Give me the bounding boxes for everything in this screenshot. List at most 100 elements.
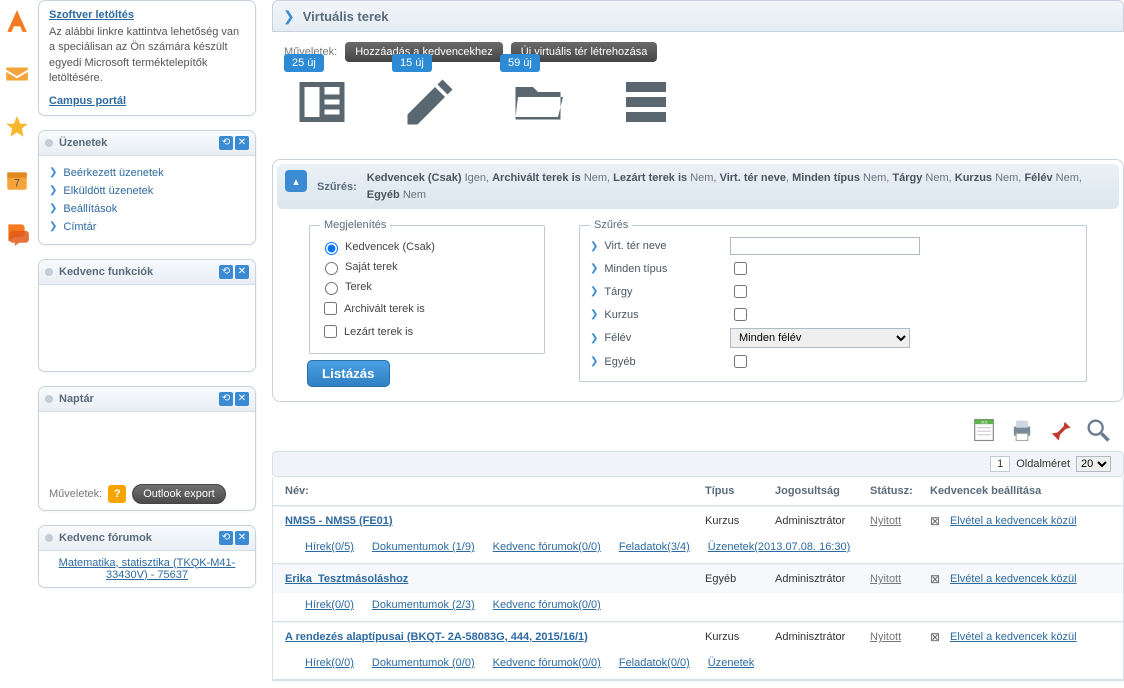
archive-icon[interactable] [616, 72, 676, 135]
sub-link[interactable]: Hírek(0/0) [305, 657, 354, 669]
search-icon[interactable] [1084, 416, 1112, 447]
col-status[interactable]: Státusz: [870, 485, 930, 497]
download-title-link[interactable]: Szoftver letöltés [49, 9, 134, 21]
chat-icon[interactable] [4, 220, 30, 249]
remove-from-favs-link[interactable]: Elvétel a kedvencek közül [950, 573, 1077, 585]
sub-link[interactable]: Kedvenc fórumok(0/0) [493, 541, 601, 553]
check-label: Archivált terek is [344, 303, 425, 315]
sub-link[interactable]: Hírek(0/5) [305, 541, 354, 553]
filter-field-label: Virt. tér neve [604, 240, 666, 252]
table-sub-row: Hírek(0/0) Dokumentumok (2/3) Kedvenc fóru… [273, 593, 1123, 622]
sidebar-link[interactable]: Beállítások [63, 203, 117, 215]
download-text: Az alábbi linkre kattintva lehetőség van… [49, 25, 245, 87]
sub-link[interactable]: Feladatok(3/4) [619, 541, 690, 553]
filter-summary: Kedvencek (Csak) Igen, Archivált terek i… [367, 170, 1111, 203]
sub-link[interactable]: Üzenetek [708, 657, 754, 669]
close-icon[interactable]: ✕ [235, 531, 249, 545]
display-radio[interactable] [325, 262, 338, 275]
row-status-link[interactable]: Nyitott [870, 515, 901, 527]
page-number[interactable]: 1 [990, 456, 1010, 472]
col-role[interactable]: Jogosultság [775, 485, 870, 497]
radio-label: Terek [345, 281, 372, 293]
outlook-export-button[interactable]: Outlook export [132, 484, 226, 504]
display-radio[interactable] [325, 282, 338, 295]
sidebar-link[interactable]: Beérkezett üzenetek [63, 167, 163, 179]
row-role: Adminisztrátor [775, 631, 870, 643]
row-name-link[interactable]: A rendezés alaptípusai (BKQT- 2A-58083G,… [285, 631, 588, 643]
list-button[interactable]: Listázás [307, 360, 390, 387]
close-icon[interactable]: ✕ [235, 392, 249, 406]
news-icon[interactable]: 25 új [292, 72, 352, 135]
calendar-icon[interactable]: 7 [4, 167, 30, 196]
display-check[interactable] [324, 302, 337, 315]
page-size-select[interactable]: 20 [1076, 456, 1111, 472]
arrow-icon: ❯ [590, 309, 598, 320]
refresh-icon[interactable]: ⟲ [219, 136, 233, 150]
sub-link[interactable]: Dokumentumok (0/0) [372, 657, 475, 669]
row-status-link[interactable]: Nyitott [870, 631, 901, 643]
row-type: Kurzus [705, 631, 775, 643]
sub-link[interactable]: Feladatok(0/0) [619, 657, 690, 669]
export-xls-icon[interactable]: XLS [970, 416, 998, 447]
refresh-icon[interactable]: ⟲ [219, 392, 233, 406]
remove-from-favs-link[interactable]: Elvétel a kedvencek közül [950, 631, 1077, 643]
sub-link[interactable]: Dokumentumok (1/9) [372, 541, 475, 553]
arrow-icon: ❯ [49, 203, 57, 214]
remove-from-favs-link[interactable]: Elvétel a kedvencek közül [950, 515, 1077, 527]
radio-label: Kedvencek (Csak) [345, 241, 435, 253]
display-radio[interactable] [325, 242, 338, 255]
szures-legend: Szűrés [590, 219, 632, 231]
arrow-icon: ❯ [590, 286, 598, 297]
remove-icon[interactable]: ⊠ [930, 514, 950, 528]
pin-icon[interactable] [1046, 416, 1074, 447]
forum-link[interactable]: Matematika, statisztika (TKQK-M41-33430V… [59, 557, 236, 581]
felev-select[interactable]: Minden félév [730, 328, 910, 348]
refresh-icon[interactable]: ⟲ [219, 531, 233, 545]
row-role: Adminisztrátor [775, 515, 870, 527]
pencil-icon[interactable]: 15 új [400, 72, 460, 135]
display-check[interactable] [324, 325, 337, 338]
close-icon[interactable]: ✕ [235, 265, 249, 279]
close-icon[interactable]: ✕ [235, 136, 249, 150]
sub-link[interactable]: Dokumentumok (2/3) [372, 599, 475, 611]
arrow-icon: ❯ [49, 185, 57, 196]
folder-icon[interactable]: 59 új [508, 72, 568, 135]
remove-icon[interactable]: ⊠ [930, 630, 950, 644]
collapse-filter-icon[interactable]: ▴ [285, 170, 307, 192]
filter-check[interactable] [734, 262, 747, 275]
page-size-label: Oldalméret [1016, 458, 1070, 470]
mail-icon[interactable] [4, 61, 30, 90]
virt-ter-neve-input[interactable] [730, 237, 920, 255]
row-name-link[interactable]: NMS5 - NMS5 (FE01) [285, 515, 393, 527]
col-fav[interactable]: Kedvencek beállítása [930, 485, 1110, 497]
letter-a-icon[interactable] [4, 8, 30, 37]
filter-check[interactable] [734, 308, 747, 321]
filter-field-label: Tárgy [604, 286, 632, 298]
calendar-panel: Naptár ⟲✕ Műveletek: ? Outlook export [38, 386, 256, 511]
help-icon[interactable]: ? [108, 485, 126, 503]
filter-label: Szűrés: [317, 181, 357, 193]
arrow-icon: ❯ [49, 221, 57, 232]
print-icon[interactable] [1008, 416, 1036, 447]
sub-link[interactable]: Üzenetek(2013.07.08. 16:30) [708, 541, 851, 553]
fav-forums-panel: Kedvenc fórumok ⟲✕ Matematika, statiszti… [38, 525, 256, 588]
sidebar-link[interactable]: Elküldött üzenetek [63, 185, 153, 197]
campus-portal-link[interactable]: Campus portál [49, 95, 126, 107]
filter-check[interactable] [734, 285, 747, 298]
sub-link[interactable]: Kedvenc fórumok(0/0) [493, 657, 601, 669]
download-panel: Szoftver letöltés Az alábbi linkre katti… [38, 0, 256, 116]
sub-link[interactable]: Kedvenc fórumok(0/0) [493, 599, 601, 611]
row-name-link[interactable]: Erika_Tesztmásoláshoz [285, 573, 408, 585]
col-type[interactable]: Típus [705, 485, 775, 497]
sub-link[interactable]: Hírek(0/0) [305, 599, 354, 611]
filter-check[interactable] [734, 355, 747, 368]
star-icon[interactable] [4, 114, 30, 143]
sidebar-link[interactable]: Címtár [63, 221, 96, 233]
col-name[interactable]: Név: [285, 485, 705, 497]
actions-label: Műveletek: [49, 488, 102, 500]
news-badge: 25 új [284, 54, 324, 72]
row-status-link[interactable]: Nyitott [870, 573, 901, 585]
refresh-icon[interactable]: ⟲ [219, 265, 233, 279]
page-title-bar: ❯ Virtuális terek [272, 0, 1124, 32]
remove-icon[interactable]: ⊠ [930, 572, 950, 586]
